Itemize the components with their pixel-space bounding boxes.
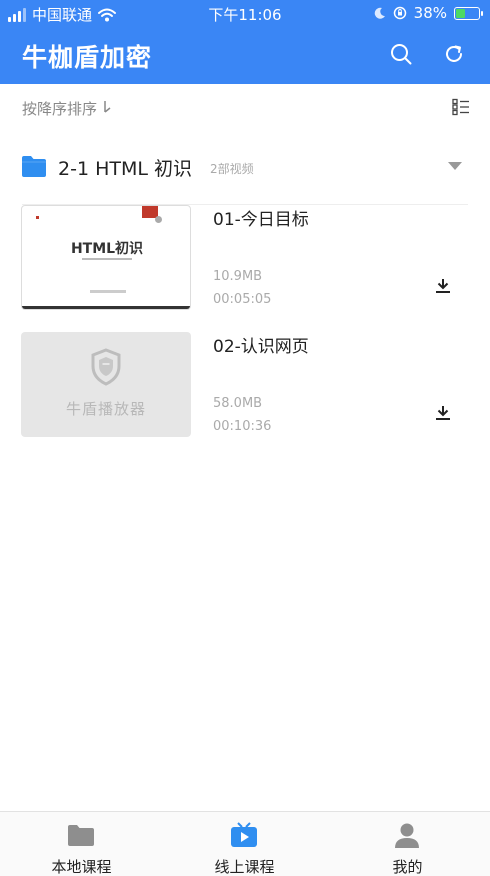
tab-local-courses[interactable]: 本地课程 (0, 812, 163, 876)
video-duration: 00:10:36 (213, 419, 272, 434)
refresh-icon[interactable] (442, 42, 466, 66)
thumbnail-title: HTML初识 (70, 241, 144, 257)
video-size: 10.9MB (213, 269, 263, 284)
download-icon[interactable] (434, 277, 452, 295)
chevron-down-icon[interactable] (448, 162, 462, 170)
person-icon (395, 823, 419, 848)
tab-label: 本地课程 (51, 858, 112, 876)
folder-icon (22, 156, 46, 177)
status-bar: 中国联通 下午11:06 38% (0, 0, 490, 28)
app-header: 中国联通 下午11:06 38% 牛枷盾加密 (0, 0, 490, 84)
tab-label: 我的 (392, 858, 423, 876)
sort-order-button[interactable]: 按降序排序 (22, 98, 112, 119)
tab-online-courses[interactable]: 线上课程 (163, 812, 326, 876)
search-icon[interactable] (389, 42, 413, 66)
tab-label: 线上课程 (214, 858, 275, 876)
video-title: 02-认识网页 (213, 337, 309, 357)
sort-arrow-icon (104, 101, 111, 113)
video-item[interactable]: HTML初识 01-今日目标 10.9MB 00:05:05 (0, 205, 490, 315)
folder-title: 2-1 HTML 初识 (58, 158, 192, 180)
tab-profile[interactable]: 我的 (326, 812, 489, 876)
video-thumbnail[interactable]: 牛盾播放器 (21, 332, 191, 437)
bottom-tab-bar: 本地课程 线上课程 我的 (0, 811, 490, 876)
video-item[interactable]: 牛盾播放器 02-认识网页 58.0MB 00:10:36 (0, 332, 490, 442)
folder-icon (68, 825, 94, 846)
list-view-icon[interactable] (452, 98, 470, 116)
app-title: 牛枷盾加密 (22, 43, 153, 72)
moon-icon (374, 7, 385, 19)
download-icon[interactable] (434, 404, 452, 422)
sort-bar: 按降序排序 (0, 84, 490, 130)
shield-icon (91, 348, 121, 386)
battery-percent: 38% (413, 4, 447, 22)
video-play-icon (231, 822, 257, 847)
folder-row[interactable]: 2-1 HTML 初识 2部视频 (0, 140, 490, 194)
player-label: 牛盾播放器 (65, 400, 146, 418)
video-thumbnail[interactable]: HTML初识 (21, 205, 191, 310)
video-duration: 00:05:05 (213, 292, 272, 307)
video-title: 01-今日目标 (213, 210, 309, 230)
orientation-lock-icon (393, 6, 406, 20)
folder-video-count: 2部视频 (210, 162, 254, 176)
video-size: 58.0MB (213, 396, 263, 411)
battery-icon (454, 6, 483, 20)
sort-label: 按降序排序 (22, 100, 98, 118)
